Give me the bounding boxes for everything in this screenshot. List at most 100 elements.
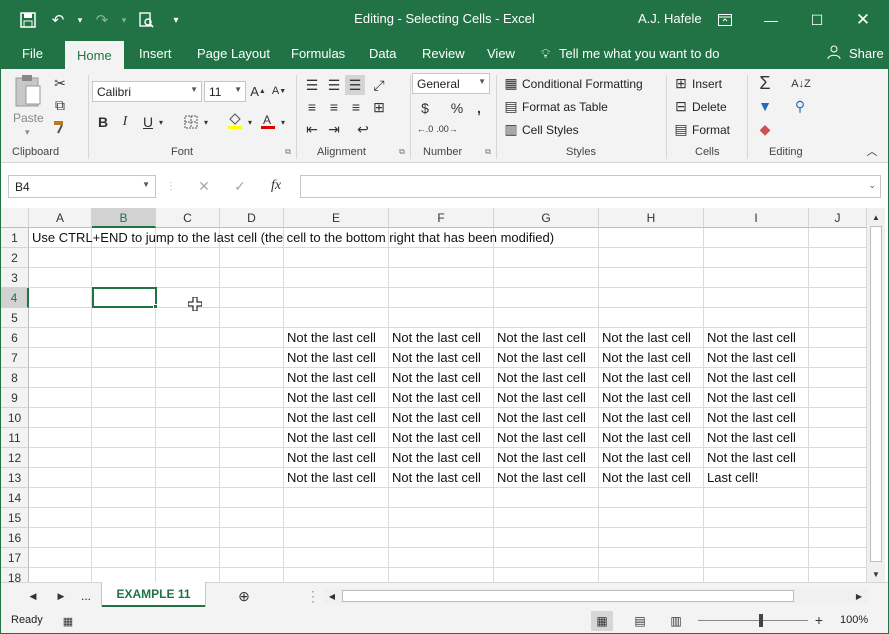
- worksheet-grid[interactable]: A B C D E F G H I J 1 2 3 4 5 6 7 8 9 10 11 12 13 14 15 16 17 18 Use…: [1, 208, 867, 582]
- format-button[interactable]: Format: [692, 123, 730, 137]
- cell-i12[interactable]: Not the last cell: [704, 448, 796, 468]
- increase-decimal-icon[interactable]: ←.0: [415, 121, 435, 137]
- borders-icon[interactable]: [182, 113, 200, 131]
- cell-g8[interactable]: Not the last cell: [494, 368, 586, 388]
- cut-icon[interactable]: ✂: [51, 75, 69, 91]
- zoom-slider-thumb[interactable]: [759, 614, 763, 627]
- dialog-launcher-icon[interactable]: ⧉: [283, 147, 293, 157]
- cell-h13[interactable]: Not the last cell: [599, 468, 691, 488]
- user-name[interactable]: A.J. Hafele: [638, 11, 702, 26]
- cell-a1[interactable]: Use CTRL+END to jump to the last cell (t…: [29, 228, 554, 248]
- cell-h9[interactable]: Not the last cell: [599, 388, 691, 408]
- chevron-down-icon[interactable]: ▾: [202, 115, 210, 129]
- top-align-icon[interactable]: ☰: [303, 77, 321, 93]
- tab-view[interactable]: View: [487, 45, 515, 69]
- row-header-17[interactable]: 17: [1, 548, 29, 568]
- cell-f6[interactable]: Not the last cell: [389, 328, 481, 348]
- delete-button[interactable]: Delete: [692, 100, 727, 114]
- row-header-8[interactable]: 8: [1, 368, 29, 388]
- normal-view-icon[interactable]: ▦: [591, 611, 613, 631]
- font-color-icon[interactable]: A: [259, 111, 277, 131]
- row-header-6[interactable]: 6: [1, 328, 29, 348]
- row-header-4[interactable]: 4: [1, 288, 29, 308]
- tab-review[interactable]: Review: [422, 45, 465, 69]
- cell-h12[interactable]: Not the last cell: [599, 448, 691, 468]
- row-header-13[interactable]: 13: [1, 468, 29, 488]
- copy-icon[interactable]: ⧉: [51, 97, 69, 113]
- sheet-tab-active[interactable]: EXAMPLE 11: [102, 582, 205, 607]
- cell-i11[interactable]: Not the last cell: [704, 428, 796, 448]
- decrease-font-icon[interactable]: A ▼: [271, 82, 287, 100]
- redo-icon[interactable]: ↷: [89, 9, 115, 31]
- increase-font-icon[interactable]: A ▲: [250, 82, 266, 100]
- zoom-level[interactable]: 100%: [840, 614, 868, 626]
- cell-f9[interactable]: Not the last cell: [389, 388, 481, 408]
- cell-h6[interactable]: Not the last cell: [599, 328, 691, 348]
- cell-e13[interactable]: Not the last cell: [284, 468, 376, 488]
- maximize-icon[interactable]: ☐: [797, 7, 837, 33]
- tab-home[interactable]: Home: [65, 41, 124, 69]
- row-header-14[interactable]: 14: [1, 488, 29, 508]
- chevron-down-icon[interactable]: ▾: [157, 115, 165, 129]
- cell-f11[interactable]: Not the last cell: [389, 428, 481, 448]
- zoom-slider[interactable]: [698, 620, 808, 621]
- column-header-j[interactable]: J: [809, 208, 867, 228]
- underline-button[interactable]: U: [141, 113, 155, 131]
- font-name-combo[interactable]: Calibri ▼: [92, 81, 202, 102]
- share-button[interactable]: Share: [849, 45, 884, 69]
- fill-handle[interactable]: [153, 304, 158, 309]
- column-header-d[interactable]: D: [220, 208, 284, 228]
- ribbon-display-options-icon[interactable]: [705, 7, 745, 33]
- bottom-align-icon[interactable]: ☰: [345, 75, 365, 95]
- drag-handle-icon[interactable]: ⋮: [166, 178, 176, 194]
- cell-g12[interactable]: Not the last cell: [494, 448, 586, 468]
- dialog-launcher-icon[interactable]: ⧉: [397, 147, 407, 157]
- next-sheet-icon[interactable]: ▶: [55, 589, 67, 603]
- cell-e10[interactable]: Not the last cell: [284, 408, 376, 428]
- cell-h8[interactable]: Not the last cell: [599, 368, 691, 388]
- format-painter-icon[interactable]: [51, 119, 69, 135]
- enter-icon[interactable]: ✓: [232, 178, 248, 194]
- zoom-in-icon[interactable]: +: [814, 612, 824, 628]
- merge-center-icon[interactable]: ⊞: [369, 99, 389, 115]
- middle-align-icon[interactable]: ☰: [325, 77, 343, 93]
- number-format-combo[interactable]: General ▼: [412, 73, 490, 94]
- column-header-g[interactable]: G: [494, 208, 599, 228]
- tell-me-box[interactable]: Tell me what you want to do: [559, 45, 719, 69]
- row-header-15[interactable]: 15: [1, 508, 29, 528]
- cell-f7[interactable]: Not the last cell: [389, 348, 481, 368]
- close-icon[interactable]: ✕: [843, 7, 883, 33]
- tab-formulas[interactable]: Formulas: [291, 45, 345, 69]
- font-size-combo[interactable]: 11 ▼: [204, 81, 246, 102]
- name-box[interactable]: B4 ▼: [8, 175, 156, 198]
- align-right-icon[interactable]: ≡: [347, 99, 365, 115]
- increase-indent-icon[interactable]: ⇥: [325, 121, 343, 137]
- print-preview-icon[interactable]: [133, 9, 159, 31]
- row-header-5[interactable]: 5: [1, 308, 29, 328]
- row-header-1[interactable]: 1: [1, 228, 29, 248]
- tab-data[interactable]: Data: [369, 45, 396, 69]
- vertical-scroll-thumb[interactable]: [870, 226, 882, 562]
- cell-i8[interactable]: Not the last cell: [704, 368, 796, 388]
- autosum-icon[interactable]: Σ: [755, 73, 775, 93]
- cell-g13[interactable]: Not the last cell: [494, 468, 586, 488]
- page-break-view-icon[interactable]: ▥: [667, 613, 685, 629]
- scroll-left-icon[interactable]: ◀: [327, 590, 337, 602]
- undo-dropdown-icon[interactable]: ▾: [75, 9, 85, 31]
- cell-g11[interactable]: Not the last cell: [494, 428, 586, 448]
- fill-icon[interactable]: ▼: [757, 97, 773, 115]
- insert-cells-icon[interactable]: ⊞: [673, 75, 689, 91]
- collapse-ribbon-icon[interactable]: ︿: [865, 145, 879, 158]
- cell-i6[interactable]: Not the last cell: [704, 328, 796, 348]
- cell-h11[interactable]: Not the last cell: [599, 428, 691, 448]
- chevron-down-icon[interactable]: ▾: [246, 115, 254, 129]
- cell-i13[interactable]: Last cell!: [704, 468, 758, 488]
- row-header-3[interactable]: 3: [1, 268, 29, 288]
- cell-f12[interactable]: Not the last cell: [389, 448, 481, 468]
- fill-color-icon[interactable]: [226, 111, 244, 131]
- minimize-icon[interactable]: —: [751, 7, 791, 33]
- cell-e8[interactable]: Not the last cell: [284, 368, 376, 388]
- cell-e7[interactable]: Not the last cell: [284, 348, 376, 368]
- column-header-a[interactable]: A: [29, 208, 92, 228]
- row-header-18[interactable]: 18: [1, 568, 29, 582]
